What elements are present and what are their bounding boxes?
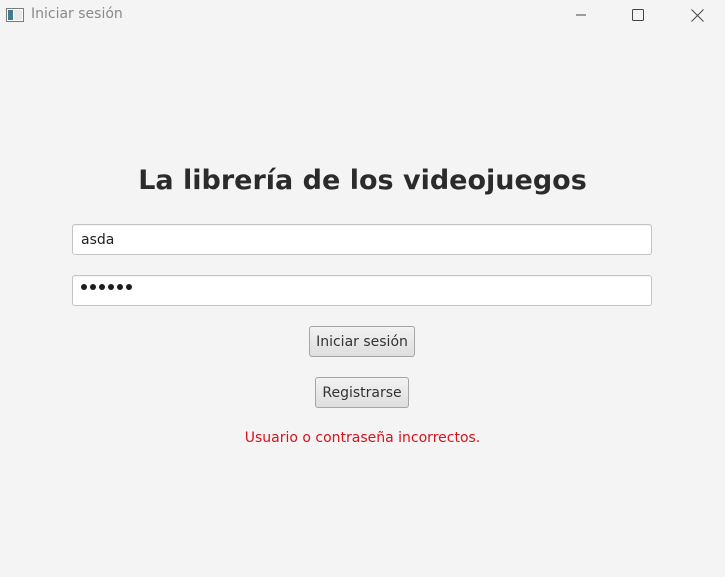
username-field[interactable]: [72, 224, 652, 255]
login-window: Iniciar sesión La librería de los videoj…: [0, 0, 725, 577]
close-icon: [690, 8, 704, 22]
minimize-icon: [575, 9, 587, 21]
password-dot: [117, 284, 123, 290]
error-message: Usuario o contraseña incorrectos.: [244, 430, 481, 446]
login-button[interactable]: Iniciar sesión: [309, 326, 415, 357]
maximize-icon: [632, 9, 644, 21]
close-button[interactable]: [674, 0, 720, 30]
password-dot: [108, 284, 114, 290]
password-dot: [81, 284, 87, 290]
window-title: Iniciar sesión: [31, 6, 123, 22]
password-dot: [99, 284, 105, 290]
title-bar: Iniciar sesión: [0, 0, 725, 30]
password-dot: [126, 284, 132, 290]
password-field[interactable]: [72, 275, 652, 306]
app-window-icon: [6, 7, 24, 22]
register-button[interactable]: Registrarse: [315, 377, 409, 408]
maximize-button[interactable]: [615, 0, 661, 30]
minimize-button[interactable]: [558, 0, 604, 30]
password-dot: [90, 284, 96, 290]
page-title: La librería de los videojuegos: [138, 165, 587, 196]
password-mask: [81, 284, 133, 290]
